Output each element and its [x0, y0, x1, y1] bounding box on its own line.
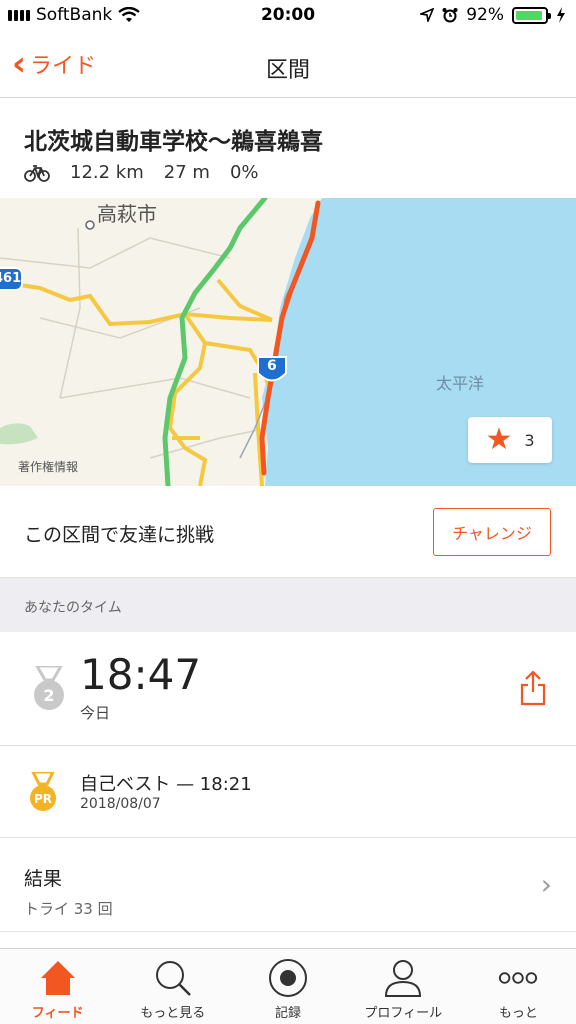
tab-explore-label: もっと見る: [140, 1006, 206, 1021]
segment-stats: 12.2 km 27 m 0%: [24, 162, 259, 183]
more-icon: [497, 957, 539, 999]
battery-percent: 92%: [466, 5, 504, 25]
your-time-row: 2 18:47 今日: [0, 632, 576, 746]
route-shield-6: 6: [267, 358, 277, 374]
bike-icon: [24, 164, 50, 182]
personal-best-date: 2018/08/07: [80, 796, 161, 812]
rank-medal-icon: 2: [34, 666, 64, 710]
section-header-label: あなたのタイム: [24, 600, 122, 616]
svg-text:PR: PR: [34, 792, 52, 806]
section-header-your-time: あなたのタイム: [0, 578, 576, 632]
tab-record[interactable]: 記録: [230, 949, 345, 1024]
search-icon: [152, 957, 194, 999]
your-time-value: 18:47: [80, 650, 202, 699]
tab-record-label: 記録: [275, 1006, 302, 1021]
charging-icon: [557, 7, 565, 23]
personal-best-row: PR 自己ベスト — 18:21 2018/08/07: [0, 746, 576, 838]
personal-best-label: 自己ベスト — 18:21: [80, 774, 252, 795]
tab-more-label: もっと: [498, 1006, 538, 1021]
challenge-button[interactable]: チャレンジ: [433, 508, 551, 556]
status-bar: SoftBank 20:00 92%: [0, 0, 576, 32]
chevron-right-icon: ›: [540, 868, 552, 901]
results-title: 結果: [24, 868, 63, 890]
segment-name: 北茨城自動車学校〜鵜喜鵜喜: [24, 129, 323, 155]
battery-icon: [512, 6, 551, 24]
pr-badge-icon: PR: [30, 772, 56, 811]
tab-profile[interactable]: プロフィール: [346, 949, 461, 1024]
challenge-row: この区間で友達に挑戦 チャレンジ: [0, 486, 576, 578]
page-title: 区間: [265, 58, 310, 83]
segment-map[interactable]: 高萩市 461 6 太平洋 著作権情報 ★ 3: [0, 198, 576, 486]
results-row[interactable]: 結果 トライ 33 回 ›: [0, 838, 576, 932]
challenge-text: この区間で友達に挑戦: [24, 524, 215, 546]
results-attempts: トライ 33 回: [24, 900, 113, 918]
record-icon: [267, 957, 309, 999]
star-icon: ★: [485, 422, 513, 457]
route-shield-461: 461: [0, 271, 22, 286]
alarm-icon: [442, 8, 458, 23]
map-city-label: 高萩市: [97, 202, 157, 226]
segment-grade: 0%: [229, 162, 259, 183]
star-segment-button[interactable]: ★ 3: [468, 417, 552, 463]
profile-icon: [382, 957, 424, 999]
location-icon: [420, 8, 435, 22]
star-count: 3: [524, 430, 535, 450]
navigation-bar: ‹ ライド 区間: [0, 32, 576, 98]
home-icon: [37, 957, 79, 999]
tab-explore[interactable]: もっと見る: [115, 949, 230, 1024]
segment-distance: 12.2 km: [70, 162, 144, 183]
tab-more[interactable]: もっと: [461, 949, 576, 1024]
tab-feed[interactable]: フィード: [0, 949, 115, 1024]
share-icon[interactable]: [520, 670, 546, 706]
tab-feed-label: フィード: [31, 1006, 84, 1021]
tab-bar: フィード もっと見る 記録 プロフィール もっと: [0, 948, 576, 1024]
svg-text:2: 2: [43, 686, 54, 705]
your-time-date: 今日: [80, 704, 111, 722]
segment-elevation: 27 m: [163, 162, 210, 183]
map-credit-link[interactable]: 著作権情報: [18, 458, 78, 475]
map-ocean-label: 太平洋: [436, 374, 485, 393]
tab-profile-label: プロフィール: [364, 1006, 443, 1021]
